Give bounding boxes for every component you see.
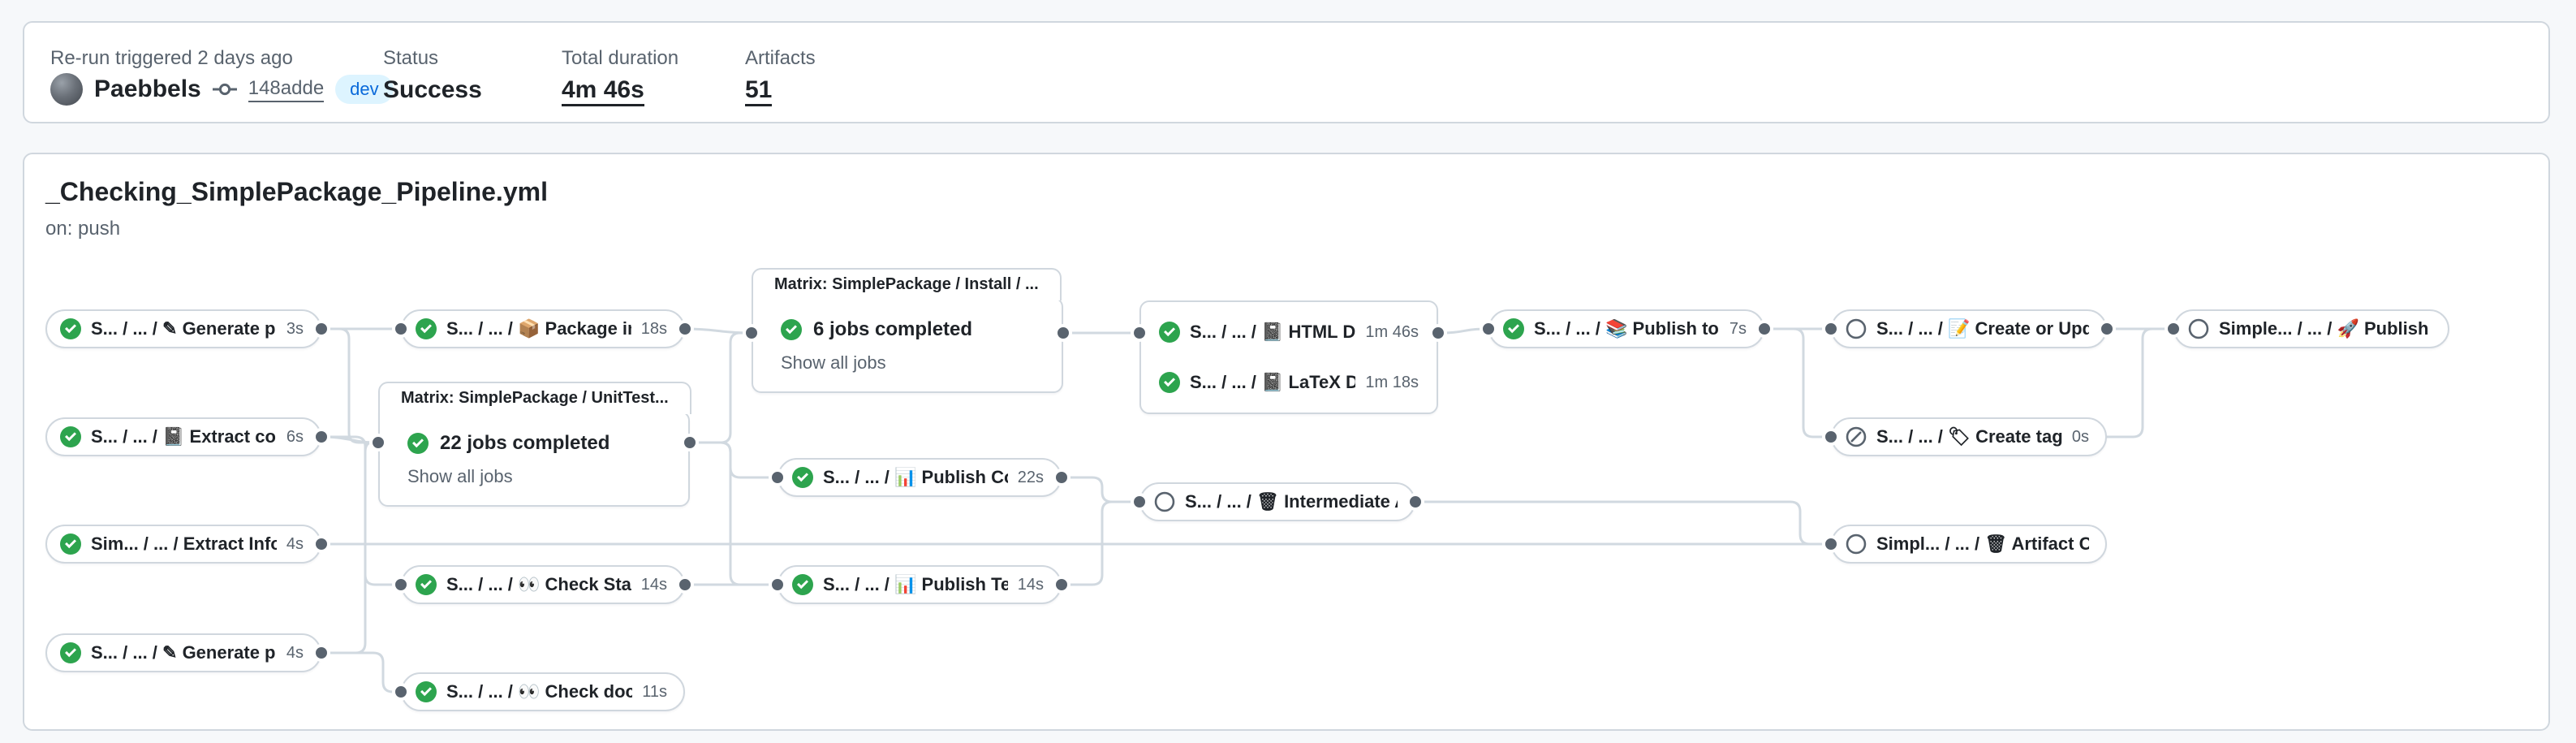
job-node-publish-test-results[interactable]: S... / ... / 📊 Publish Test Re... 14s — [778, 565, 1062, 604]
git-commit-icon — [213, 77, 237, 102]
job-node-create-or-update-release[interactable]: S... / ... / 📝 Create or Update R... — [1831, 309, 2107, 348]
matrix-unittest-card[interactable]: 22 jobs completed Show all jobs — [378, 411, 690, 507]
show-all-jobs-link[interactable]: Show all jobs — [781, 352, 886, 374]
job-label: S... / ... / 🗑 Intermediate Artifa... — [1185, 491, 1398, 512]
job-row-latex-documentation[interactable]: S... / ... / 📓 LaTeX Docu... 1m 18s — [1159, 372, 1419, 393]
matrix-install-tab[interactable]: Matrix: SimplePackage / Install / ... — [752, 268, 1062, 300]
job-duration: 0s — [2072, 428, 2089, 447]
skipped-icon — [2188, 318, 2209, 339]
status-label: Status — [383, 47, 438, 70]
success-icon — [781, 319, 802, 340]
job-node-extract-information[interactable]: Sim... / ... / Extract Information 4s — [45, 525, 321, 564]
job-node-publish-gh-pages[interactable]: S... / ... / 📚 Publish to GH-P... 7s — [1488, 309, 1764, 348]
matrix-summary-row: 6 jobs completed — [781, 318, 1062, 341]
job-duration: 1m 18s — [1365, 374, 1419, 392]
job-label: S... / ... / ✎ Generate pipelin... — [91, 318, 277, 339]
duration-value-link[interactable]: 4m 46s — [562, 76, 644, 106]
matrix-summary-row: 22 jobs completed — [407, 432, 688, 455]
job-label: S... / ... / ✎ Generate pipelin... — [91, 642, 277, 663]
job-label: S... / ... / 👀 Check Static Ty... — [446, 574, 631, 595]
job-label: S... / ... / 📊 Publish Test Re... — [823, 574, 1008, 595]
job-label: S... / ... / 📓 LaTeX Docu... — [1190, 372, 1355, 393]
rerun-column: Re-run triggered 2 days ago — [24, 23, 373, 122]
job-label: S... / ... / 📦 Package in Sou... — [446, 318, 631, 339]
success-icon — [60, 533, 81, 555]
avatar[interactable] — [50, 73, 83, 106]
job-node-artifact-cleanup[interactable]: Simpl... / ... / 🗑 Artifact Cleanup — [1831, 525, 2107, 564]
success-icon — [416, 681, 437, 702]
job-label: S... / ... / 📝 Create or Update R... — [1876, 318, 2089, 339]
skipped-icon — [1154, 491, 1175, 512]
job-label: S... / ... / 📚 Publish to GH-P... — [1534, 318, 1720, 339]
success-icon — [1159, 372, 1180, 393]
skipped-icon — [1846, 318, 1867, 339]
job-node-publish-code-coverage[interactable]: S... / ... / 📊 Publish Code C... 22s — [778, 458, 1062, 497]
job-duration: 18s — [641, 320, 667, 339]
matrix-summary: 6 jobs completed — [813, 318, 972, 341]
job-node-check-documentation[interactable]: S... / ... / 👀 Check docume... 11s — [401, 672, 685, 711]
job-node-package-source[interactable]: S... / ... / 📦 Package in Sou... 18s — [401, 309, 685, 348]
job-label: Sim... / ... / Extract Information — [91, 533, 277, 555]
job-duration: 7s — [1730, 320, 1747, 339]
job-duration: 11s — [642, 683, 667, 702]
job-row-html-documentation[interactable]: S... / ... / 📓 HTML Docu... 1m 46s — [1159, 322, 1419, 343]
matrix-summary: 22 jobs completed — [440, 432, 610, 455]
matrix-install-card[interactable]: 6 jobs completed Show all jobs — [752, 297, 1063, 393]
show-all-jobs-link[interactable]: Show all jobs — [407, 466, 513, 487]
success-icon — [416, 318, 437, 339]
job-duration: 4s — [286, 644, 304, 663]
job-node-check-static-types[interactable]: S... / ... / 👀 Check Static Ty... 14s — [401, 565, 685, 604]
success-icon — [416, 574, 437, 595]
job-duration: 22s — [1018, 469, 1044, 487]
success-icon — [1503, 318, 1524, 339]
job-duration: 4s — [286, 535, 304, 554]
job-duration: 14s — [1018, 576, 1044, 594]
success-icon — [60, 426, 81, 447]
job-label: Simple... / ... / 🚀 Publish to PyPI — [2219, 318, 2432, 339]
job-duration: 1m 46s — [1365, 323, 1419, 342]
success-icon — [792, 574, 813, 595]
commit-sha-link[interactable]: 148adde — [248, 77, 324, 102]
workflow-title: _Checking_SimplePackage_Pipeline.yml — [45, 177, 548, 207]
job-duration: 14s — [641, 576, 667, 594]
job-label: Simpl... / ... / 🗑 Artifact Cleanup — [1876, 533, 2089, 555]
success-icon — [792, 467, 813, 488]
job-label: S... / ... / 👀 Check docume... — [446, 681, 632, 702]
success-icon — [1159, 322, 1180, 343]
job-duration: 3s — [286, 320, 304, 339]
job-label: S... / ... / 🏷 Create tag '${{ in... — [1876, 426, 2062, 447]
matrix-unittest-tab[interactable]: Matrix: SimplePackage / UnitTest... — [378, 382, 691, 414]
job-node-publish-pypi[interactable]: Simple... / ... / 🚀 Publish to PyPI — [2173, 309, 2449, 348]
duration-label: Total duration — [562, 47, 678, 70]
skipped-slash-icon — [1846, 426, 1867, 447]
job-node-intermediate-artifacts[interactable]: S... / ... / 🗑 Intermediate Artifa... — [1139, 482, 1415, 521]
success-icon — [60, 642, 81, 663]
job-duration: 6s — [286, 428, 304, 447]
artifacts-label: Artifacts — [745, 47, 816, 70]
rerun-label: Re-run triggered 2 days ago — [50, 47, 293, 70]
job-label: S... / ... / 📓 HTML Docu... — [1190, 322, 1355, 343]
workflow-trigger: on: push — [45, 218, 120, 240]
job-label: S... / ... / 📓 Extract configur... — [91, 426, 277, 447]
actor-name[interactable]: Paebbels — [94, 76, 201, 103]
job-node-generate-pipeline-1[interactable]: S... / ... / ✎ Generate pipelin... 3s — [45, 309, 321, 348]
documentation-group-card[interactable]: S... / ... / 📓 HTML Docu... 1m 46s S... … — [1139, 300, 1438, 414]
skipped-icon — [1846, 533, 1867, 555]
actor-row: Paebbels 148adde dev — [50, 73, 394, 106]
job-node-create-tag[interactable]: S... / ... / 🏷 Create tag '${{ in... 0s — [1831, 417, 2107, 456]
run-summary-card: Re-run triggered 2 days ago Paebbels 148… — [23, 21, 2550, 123]
success-icon — [60, 318, 81, 339]
job-node-extract-configuration[interactable]: S... / ... / 📓 Extract configur... 6s — [45, 417, 321, 456]
success-icon — [407, 433, 429, 454]
job-node-generate-pipeline-2[interactable]: S... / ... / ✎ Generate pipelin... 4s — [45, 633, 321, 672]
job-label: S... / ... / 📊 Publish Code C... — [823, 467, 1008, 488]
status-value: Success — [383, 76, 482, 104]
artifacts-count-link[interactable]: 51 — [745, 76, 772, 106]
